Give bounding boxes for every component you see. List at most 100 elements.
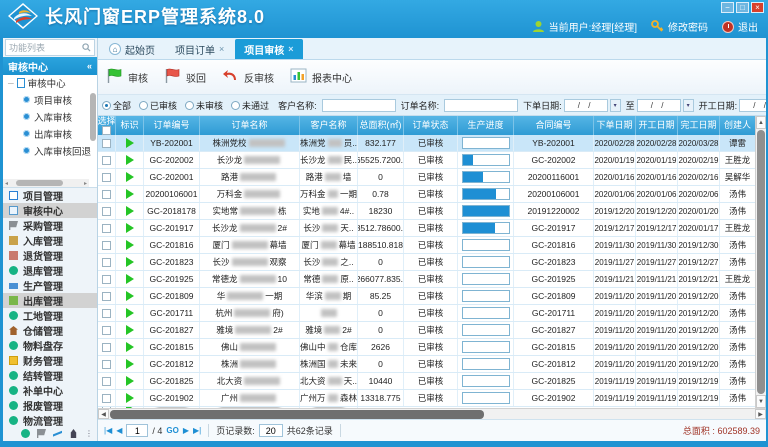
- table-row[interactable]: GC-202002长沙龙长沙龙民..65525.7200..已审核GC-2020…: [98, 152, 766, 169]
- flag_green-button[interactable]: 审核: [106, 68, 148, 87]
- date-input[interactable]: / /: [637, 99, 681, 112]
- column-header-9[interactable]: 下单日期: [594, 116, 636, 135]
- first-page-button[interactable]: |◀: [104, 426, 112, 435]
- sidebar-module-14[interactable]: 报废管理: [3, 398, 97, 413]
- sidebar-module-9[interactable]: 仓储管理: [3, 323, 97, 338]
- sidebar-module-1[interactable]: 审核中心: [3, 203, 97, 218]
- go-button[interactable]: GO: [166, 426, 178, 435]
- date-input[interactable]: / /: [739, 99, 766, 112]
- tab-close-icon[interactable]: ×: [219, 44, 224, 54]
- table-row[interactable]: GC-201815佛山佛山中仓库2626已审核GC-2018152019/11/…: [98, 339, 766, 356]
- radio-option-1[interactable]: 已审核: [139, 99, 181, 112]
- column-header-8[interactable]: 合同编号: [514, 116, 594, 135]
- table-row[interactable]: GC-201925常德龙10常德原..266077.835..已审核GC-201…: [98, 271, 766, 288]
- swoosh-icon[interactable]: [53, 429, 62, 438]
- select-all-checkbox[interactable]: [102, 126, 111, 135]
- column-header-3[interactable]: 订单名称: [200, 116, 300, 135]
- maximize-button[interactable]: □: [736, 2, 749, 13]
- table-horizontal-scrollbar[interactable]: ◀ ▶: [98, 408, 766, 419]
- column-header-0[interactable]: 选择: [98, 116, 116, 135]
- row-checkbox[interactable]: [102, 207, 111, 216]
- column-header-4[interactable]: 客户名称: [300, 116, 358, 135]
- sidebar-module-2[interactable]: 采购管理: [3, 218, 97, 233]
- sidebar-module-11[interactable]: 财务管理: [3, 353, 97, 368]
- column-header-6[interactable]: 订单状态: [404, 116, 458, 135]
- table-vertical-scrollbar[interactable]: ▲ ▼: [755, 116, 766, 408]
- tree-item-3[interactable]: 入库审核回退: [3, 142, 97, 159]
- sidebar-module-7[interactable]: 出库管理: [3, 293, 97, 308]
- column-header-7[interactable]: 生产进度: [458, 116, 514, 135]
- sidebar-module-13[interactable]: 补单中心: [3, 383, 97, 398]
- table-row[interactable]: GC-201823长沙观察长沙之..0已审核GC-2018232019/11/2…: [98, 254, 766, 271]
- function-search-box[interactable]: 功能列表: [5, 39, 95, 56]
- table-row[interactable]: GC-201816厦门幕墙厦门幕墙188510.818已审核GC-2018162…: [98, 237, 766, 254]
- sidebar-module-12[interactable]: 结转管理: [3, 368, 97, 383]
- close-button[interactable]: ×: [751, 2, 764, 13]
- chart-button[interactable]: 报表中心: [290, 68, 352, 86]
- row-checkbox[interactable]: [102, 360, 111, 369]
- table-row[interactable]: GC-202001路港路港墙0已审核202001160012020/01/162…: [98, 169, 766, 186]
- row-checkbox[interactable]: [102, 326, 111, 335]
- calendar-dropdown-icon[interactable]: ▾: [610, 99, 621, 112]
- tree-root[interactable]: ─ 审核中心: [3, 75, 97, 91]
- row-checkbox[interactable]: [102, 224, 111, 233]
- dot-icon[interactable]: [21, 429, 30, 438]
- tree-item-1[interactable]: 入库审核: [3, 108, 97, 125]
- radio-option-3[interactable]: 未通过: [231, 99, 273, 112]
- tab-0[interactable]: ⌂起始页: [100, 39, 164, 59]
- sidebar-module-10[interactable]: 物料盘存: [3, 338, 97, 353]
- change-password-button[interactable]: 修改密码: [651, 19, 708, 34]
- table-row[interactable]: YB-202001株洲党校株洲党员..832.177已审核YB-20200120…: [98, 135, 766, 152]
- sidebar-module-3[interactable]: 入库管理: [3, 233, 97, 248]
- tab-2[interactable]: 项目审核×: [235, 39, 302, 59]
- logout-button[interactable]: 退出: [722, 19, 758, 34]
- column-header-12[interactable]: 创建人: [720, 116, 756, 135]
- tree-item-0[interactable]: 项目审核: [3, 91, 97, 108]
- row-checkbox[interactable]: [102, 190, 111, 199]
- table-row[interactable]: GC-201917长沙龙2#长沙天..8512.78600..已审核GC-201…: [98, 220, 766, 237]
- column-header-5[interactable]: 总面积(㎡): [358, 116, 404, 135]
- page-size-input[interactable]: [259, 424, 283, 437]
- row-checkbox[interactable]: [102, 258, 111, 267]
- scroll-right-icon[interactable]: ▶: [755, 409, 766, 419]
- minimize-button[interactable]: −: [721, 2, 734, 13]
- sidebar-module-8[interactable]: 工地管理: [3, 308, 97, 323]
- tree-hscroll-thumb[interactable]: [16, 180, 63, 186]
- last-page-button[interactable]: ▶|: [193, 426, 201, 435]
- column-header-10[interactable]: 开工日期: [636, 116, 678, 135]
- customer-name-input[interactable]: [322, 99, 396, 112]
- tree-item-2[interactable]: 出库审核: [3, 125, 97, 142]
- person-icon[interactable]: [69, 429, 78, 438]
- row-checkbox[interactable]: [102, 377, 111, 386]
- tree-expander-icon[interactable]: ─: [8, 79, 14, 88]
- prev-page-button[interactable]: ◀: [116, 426, 122, 435]
- table-row[interactable]: GC-201827雅境2#雅境2#0已审核GC-2018272019/11/20…: [98, 322, 766, 339]
- table-row[interactable]: GC-2018178实地常栋实地4#..18230已审核201912200022…: [98, 203, 766, 220]
- scroll-left-icon[interactable]: ◀: [98, 409, 109, 419]
- radio-option-2[interactable]: 未审核: [185, 99, 227, 112]
- scroll-left-icon[interactable]: ◂: [3, 180, 10, 187]
- flag_red-button[interactable]: 驳回: [164, 68, 206, 87]
- sidebar-module-6[interactable]: 生产管理: [3, 278, 97, 293]
- tree-horizontal-scrollbar[interactable]: ◂ ▸: [3, 179, 89, 187]
- row-checkbox[interactable]: [102, 394, 111, 403]
- more-icon[interactable]: ⋮: [85, 429, 89, 438]
- undo_arrow-button[interactable]: 反审核: [222, 68, 274, 86]
- row-checkbox[interactable]: [102, 139, 111, 148]
- sidebar-module-4[interactable]: 退货管理: [3, 248, 97, 263]
- radio-icon[interactable]: [231, 101, 240, 110]
- tree-vertical-scrollbar[interactable]: [90, 93, 96, 141]
- row-checkbox[interactable]: [102, 156, 111, 165]
- table-row[interactable]: GC-201809华一期华滨期85.25已审核GC-2018092019/11/…: [98, 288, 766, 305]
- order-name-input[interactable]: [444, 99, 518, 112]
- column-header-11[interactable]: 完工日期: [678, 116, 720, 135]
- collapse-icon[interactable]: «: [87, 61, 92, 71]
- hscroll-thumb[interactable]: [110, 410, 484, 419]
- vscroll-thumb[interactable]: [757, 130, 765, 394]
- sidebar-module-0[interactable]: 项目管理: [3, 188, 97, 203]
- row-checkbox[interactable]: [102, 292, 111, 301]
- row-checkbox[interactable]: [102, 343, 111, 352]
- calendar-dropdown-icon[interactable]: ▾: [683, 99, 694, 112]
- sidebar-module-5[interactable]: 退库管理: [3, 263, 97, 278]
- row-checkbox[interactable]: [102, 173, 111, 182]
